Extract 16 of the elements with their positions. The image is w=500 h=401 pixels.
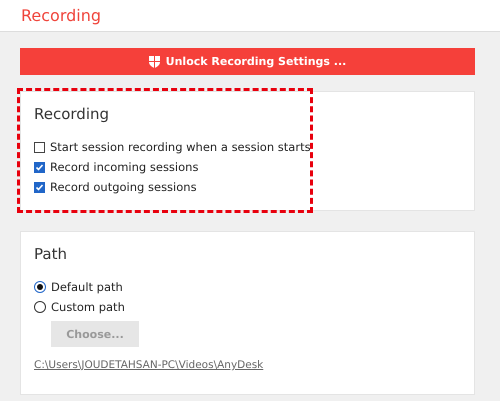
checkbox-option[interactable]: Record incoming sessions [34, 157, 198, 177]
page-title: Recording [21, 6, 102, 25]
radio-button[interactable] [34, 281, 46, 293]
section-title: Recording [34, 105, 110, 123]
section-title: Path [34, 245, 67, 263]
radio-button[interactable] [34, 301, 46, 313]
checkbox-option[interactable]: Start session recording when a session starts [34, 137, 311, 157]
checkbox[interactable] [34, 162, 45, 172]
checkbox[interactable] [34, 142, 45, 152]
radio-option[interactable]: Default path [34, 277, 123, 297]
shield-icon [148, 56, 160, 68]
path-link[interactable]: C:\Users\JOUDETAHSAN-PC\Videos\AnyDesk [34, 359, 264, 371]
checkbox[interactable] [34, 182, 45, 192]
unlock-button[interactable]: Unlock Recording Settings ... [20, 48, 475, 75]
checkbox-option[interactable]: Record outgoing sessions [34, 177, 197, 197]
radio-option[interactable]: Custom path [34, 297, 125, 317]
